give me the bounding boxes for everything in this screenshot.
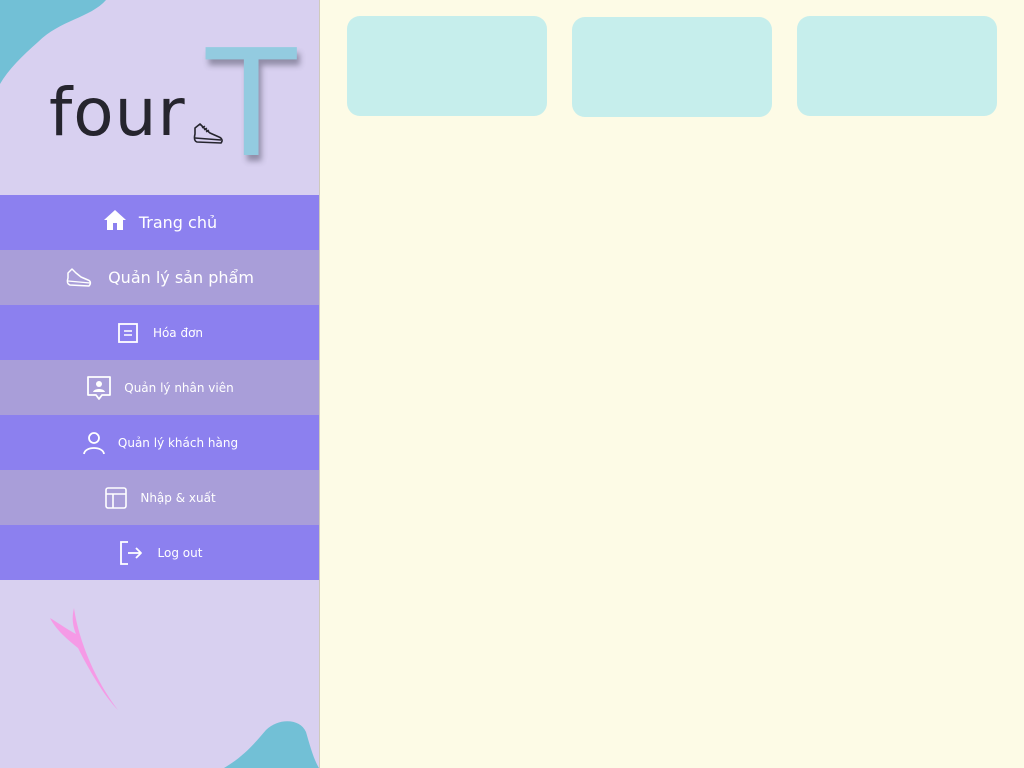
menu-item-quan-ly-san-pham[interactable]: Quản lý sản phẩm — [0, 250, 319, 305]
menu-item-label: Trang chủ — [138, 213, 218, 232]
menu-item-label: Nhập & xuất — [140, 490, 216, 505]
sidebar: four T Trang chủ Quản lý sản phẩm Hóa đơ… — [0, 0, 320, 768]
summary-card[interactable] — [797, 16, 997, 116]
menu-item-nhap-xuat[interactable]: Nhập & xuất — [0, 470, 319, 525]
logout-icon — [118, 540, 144, 566]
home-icon — [103, 209, 127, 231]
user-icon — [82, 431, 106, 455]
decorative-pink-swoosh — [50, 608, 118, 710]
invoice-icon — [117, 322, 139, 344]
menu-item-hoa-don[interactable]: Hóa đơn — [0, 305, 319, 360]
decorative-blob-bottom — [224, 721, 319, 768]
logo-letter: T — [206, 18, 297, 190]
menu-item-log-out[interactable]: Log out — [0, 525, 319, 580]
menu-item-label: Quản lý nhân viên — [124, 380, 234, 395]
main-menu: Trang chủ Quản lý sản phẩm Hóa đơn Quản … — [0, 195, 319, 580]
summary-card[interactable] — [347, 16, 547, 116]
menu-item-quan-ly-nhan-vien[interactable]: Quản lý nhân viên — [0, 360, 319, 415]
menu-item-quan-ly-khach-hang[interactable]: Quản lý khách hàng — [0, 415, 319, 470]
logo-text: four — [49, 74, 186, 151]
sneaker-icon — [66, 264, 92, 288]
employee-badge-icon — [86, 375, 112, 401]
menu-item-label: Quản lý sản phẩm — [108, 268, 254, 287]
menu-item-label: Log out — [157, 545, 203, 560]
menu-item-label: Hóa đơn — [152, 325, 204, 340]
menu-item-trang-chu[interactable]: Trang chủ — [0, 195, 319, 250]
summary-card[interactable] — [572, 17, 772, 117]
sneaker-logo-icon — [193, 123, 223, 144]
layout-panel-icon — [104, 486, 128, 510]
menu-item-label: Quản lý khách hàng — [117, 435, 239, 450]
